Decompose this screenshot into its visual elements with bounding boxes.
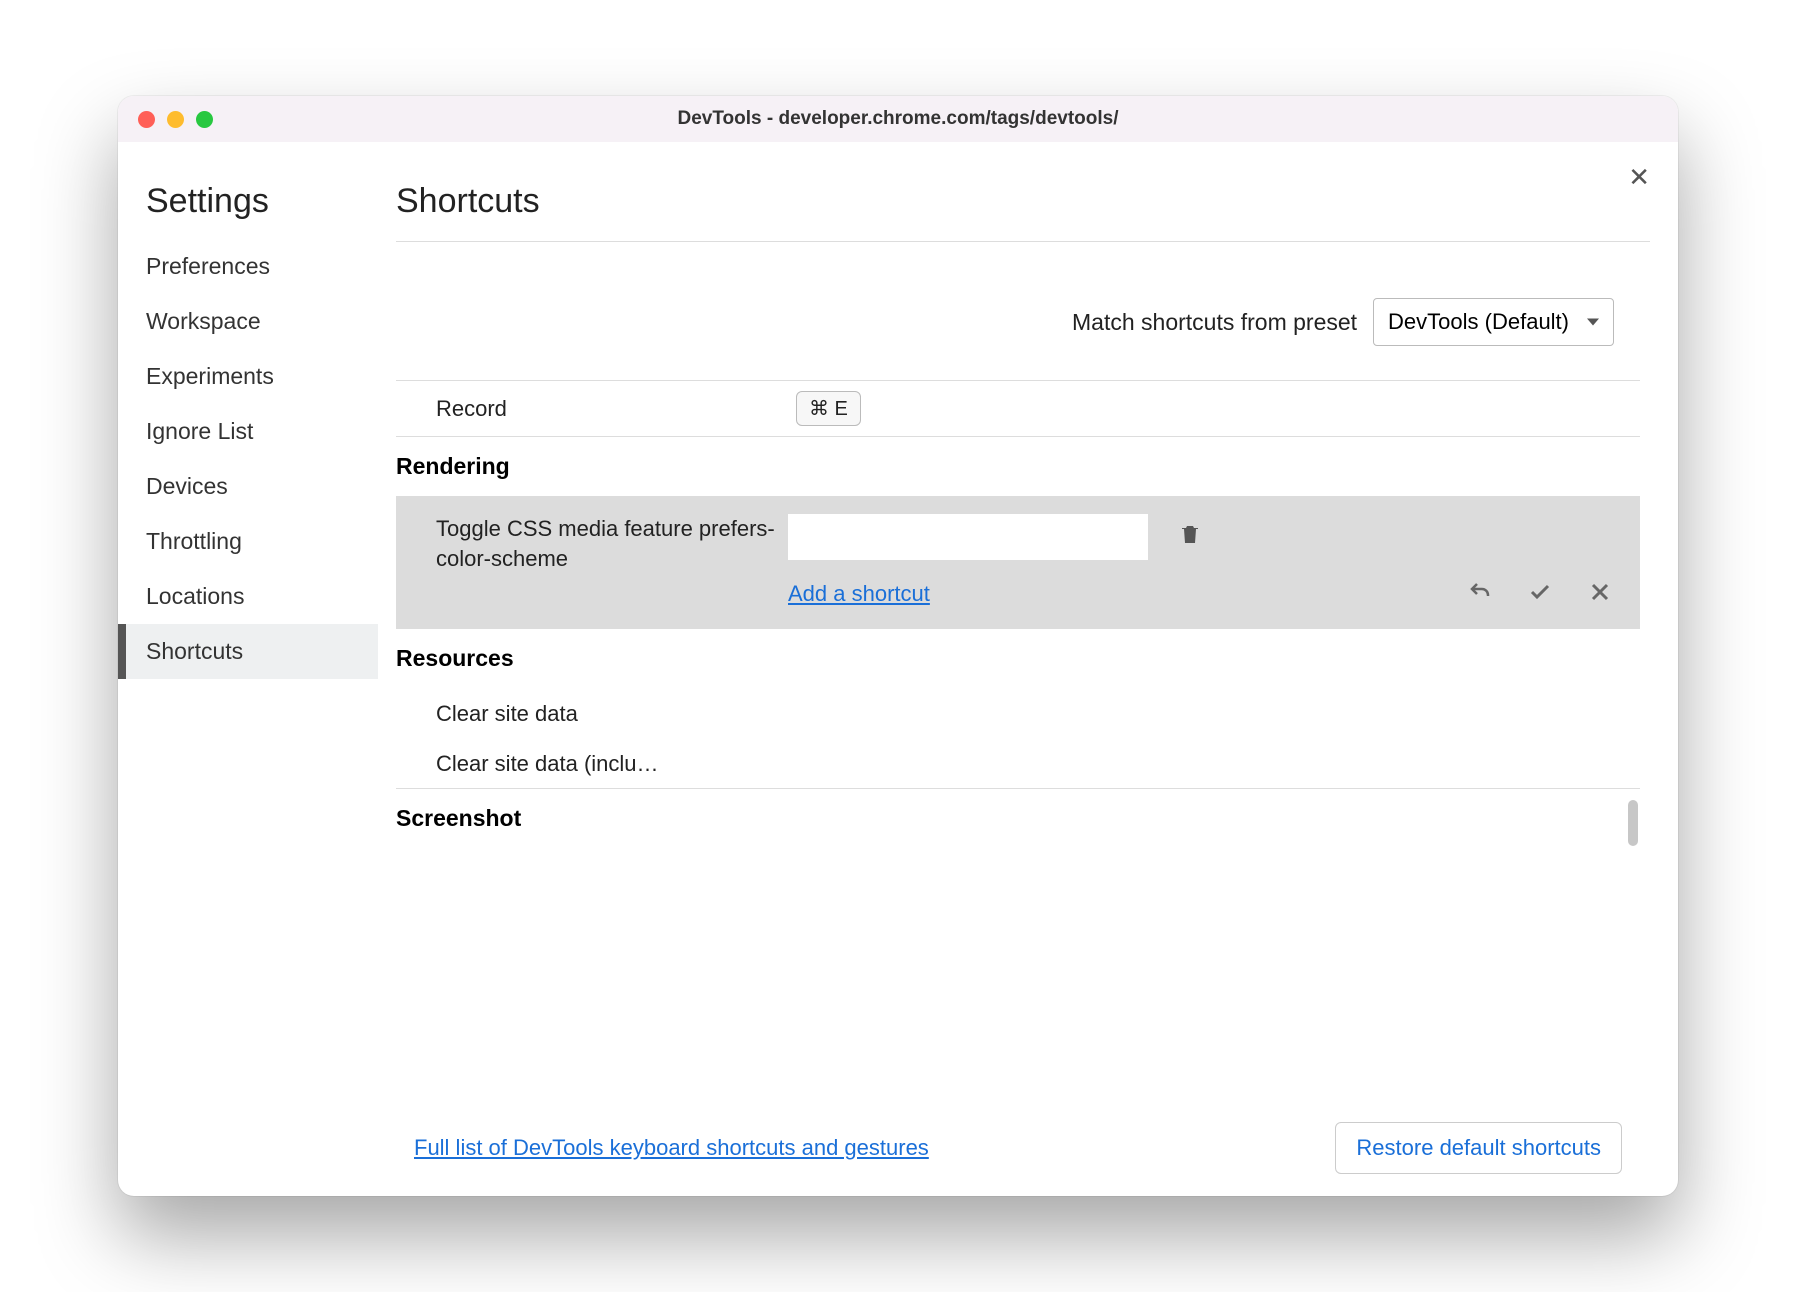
minimize-window-button[interactable]	[167, 111, 184, 128]
shortcut-input[interactable]	[788, 514, 1148, 560]
undo-icon[interactable]	[1468, 579, 1492, 611]
titlebar: DevTools - developer.chrome.com/tags/dev…	[118, 96, 1678, 142]
settings-sidebar: Settings Preferences Workspace Experimen…	[118, 142, 378, 1196]
shortcut-row-clear-site-data: Clear site data	[436, 699, 796, 729]
sidebar-item-ignore-list[interactable]: Ignore List	[118, 404, 378, 459]
section-title-resources: Resources	[396, 629, 1640, 688]
maximize-window-button[interactable]	[196, 111, 213, 128]
preset-row: Match shortcuts from preset DevTools (De…	[396, 242, 1650, 380]
delete-shortcut-icon[interactable]	[1178, 522, 1202, 553]
section-screenshot: Screenshot	[396, 788, 1640, 848]
shortcut-row-record-label: Record	[436, 394, 796, 424]
devtools-window: DevTools - developer.chrome.com/tags/dev…	[118, 96, 1678, 1196]
sidebar-item-preferences[interactable]: Preferences	[118, 239, 378, 294]
sidebar-item-devices[interactable]: Devices	[118, 459, 378, 514]
footer: Full list of DevTools keyboard shortcuts…	[396, 1108, 1650, 1196]
sidebar-item-workspace[interactable]: Workspace	[118, 294, 378, 349]
close-window-button[interactable]	[138, 111, 155, 128]
shortcuts-scroll-area[interactable]: Record ⌘ E Rendering Toggle CSS media fe…	[396, 380, 1640, 1108]
restore-defaults-button[interactable]: Restore default shortcuts	[1335, 1122, 1622, 1174]
shortcuts-panel: Shortcuts Match shortcuts from preset De…	[378, 142, 1678, 1196]
shortcut-edit-label: Toggle CSS media feature prefers-color-s…	[436, 514, 776, 573]
page-title: Shortcuts	[396, 182, 1650, 242]
confirm-icon[interactable]	[1528, 579, 1552, 611]
sidebar-item-shortcuts[interactable]: Shortcuts	[118, 624, 378, 679]
sidebar-item-locations[interactable]: Locations	[118, 569, 378, 624]
edit-actions	[1468, 579, 1612, 611]
sidebar-item-experiments[interactable]: Experiments	[118, 349, 378, 404]
add-shortcut-link[interactable]: Add a shortcut	[788, 581, 930, 607]
preset-label: Match shortcuts from preset	[1072, 309, 1357, 336]
section-rendering: Rendering Toggle CSS media feature prefe…	[396, 436, 1640, 629]
scrollbar-thumb[interactable]	[1628, 800, 1638, 846]
full-shortcuts-link[interactable]: Full list of DevTools keyboard shortcuts…	[414, 1135, 929, 1161]
window-title: DevTools - developer.chrome.com/tags/dev…	[118, 108, 1678, 130]
sidebar-item-throttling[interactable]: Throttling	[118, 514, 378, 569]
shortcut-row-clear-site-data-inclu: Clear site data (inclu…	[436, 749, 796, 779]
traffic-lights	[138, 111, 213, 128]
shortcut-key-record: ⌘ E	[796, 391, 861, 426]
preset-select[interactable]: DevTools (Default)	[1373, 298, 1614, 346]
section-title-rendering: Rendering	[396, 436, 1640, 496]
preset-select-value: DevTools (Default)	[1388, 309, 1569, 334]
section-record: Record ⌘ E	[396, 380, 1640, 436]
shortcut-edit-row: Toggle CSS media feature prefers-color-s…	[396, 496, 1640, 629]
cancel-icon[interactable]	[1588, 579, 1612, 611]
section-resources: Resources Clear site data Clear site dat…	[396, 629, 1640, 788]
settings-heading: Settings	[118, 182, 378, 239]
section-title-screenshot: Screenshot	[396, 788, 1640, 848]
